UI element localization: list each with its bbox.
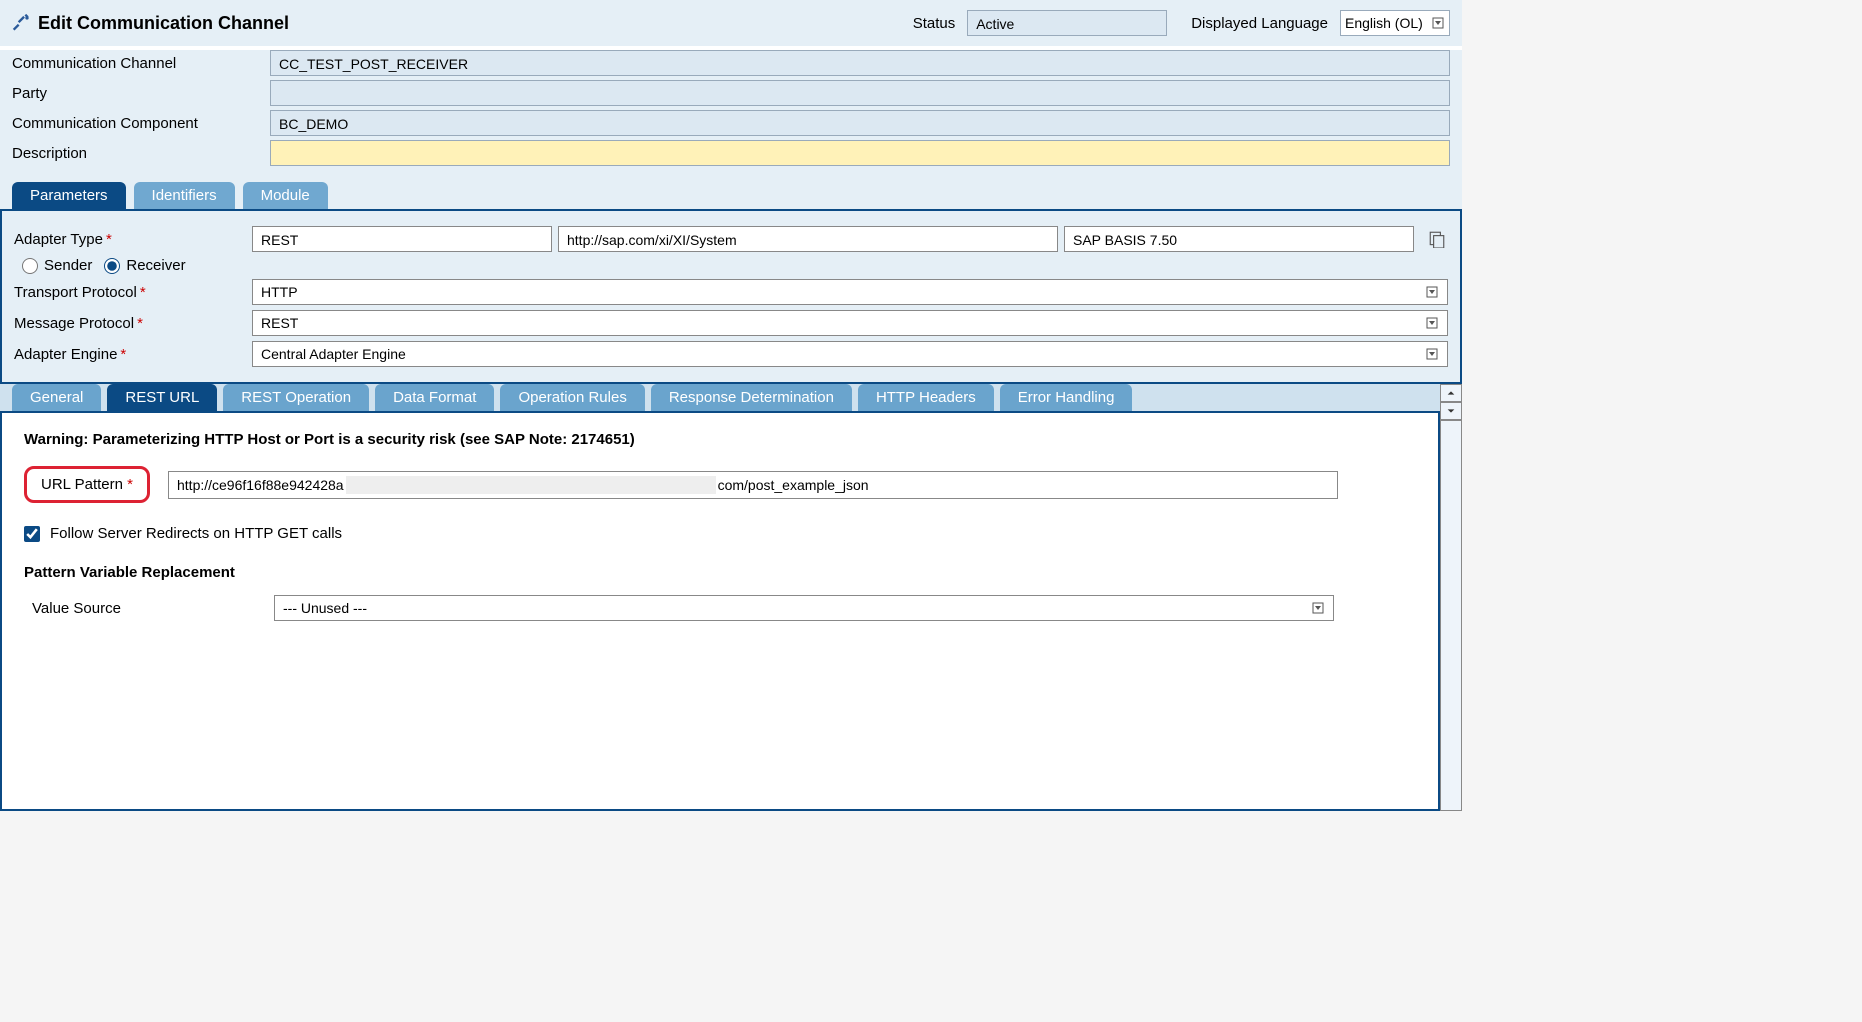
tab-rest-operation[interactable]: REST Operation bbox=[223, 384, 369, 411]
adapter-type-label: Adapter Type* bbox=[14, 231, 246, 248]
tab-identifiers[interactable]: Identifiers bbox=[134, 182, 235, 209]
description-field[interactable] bbox=[270, 140, 1450, 166]
scrollbar-track[interactable] bbox=[1440, 420, 1462, 811]
tab-rest-url[interactable]: REST URL bbox=[107, 384, 217, 411]
tab-module[interactable]: Module bbox=[243, 182, 328, 209]
tab-response-determination[interactable]: Response Determination bbox=[651, 384, 852, 411]
adapter-engine-dropdown[interactable]: Central Adapter Engine bbox=[252, 341, 1448, 367]
scroll-down-button[interactable] bbox=[1440, 402, 1462, 420]
pattern-var-replacement-label: Pattern Variable Replacement bbox=[24, 564, 1416, 581]
tab-operation-rules[interactable]: Operation Rules bbox=[500, 384, 644, 411]
tab-parameters[interactable]: Parameters bbox=[12, 182, 126, 209]
adapter-engine-label: Adapter Engine* bbox=[14, 346, 246, 363]
chevron-down-icon bbox=[1431, 16, 1445, 30]
tab-http-headers[interactable]: HTTP Headers bbox=[858, 384, 994, 411]
status-label: Status bbox=[913, 15, 956, 32]
comm-channel-label: Communication Channel bbox=[12, 55, 270, 72]
url-pattern-label: URL Pattern * bbox=[24, 466, 150, 503]
tab-general[interactable]: General bbox=[12, 384, 101, 411]
redacted-segment bbox=[346, 476, 716, 494]
adapter-namespace-field[interactable]: http://sap.com/xi/XI/System bbox=[558, 226, 1058, 252]
warning-text: Warning: Parameterizing HTTP Host or Por… bbox=[24, 431, 1416, 448]
wrench-icon bbox=[12, 13, 32, 33]
language-dropdown[interactable]: English (OL) bbox=[1340, 10, 1450, 36]
sender-radio[interactable]: Sender bbox=[22, 257, 92, 274]
language-label: Displayed Language bbox=[1191, 15, 1328, 32]
message-protocol-dropdown[interactable]: REST bbox=[252, 310, 1448, 336]
status-field: Active bbox=[967, 10, 1167, 36]
chevron-down-icon bbox=[1425, 316, 1439, 330]
follow-redirects-checkbox[interactable]: Follow Server Redirects on HTTP GET call… bbox=[24, 525, 1416, 542]
scroll-up-button[interactable] bbox=[1440, 384, 1462, 402]
chevron-down-icon bbox=[1425, 285, 1439, 299]
description-label: Description bbox=[12, 145, 270, 162]
chevron-down-icon bbox=[1425, 347, 1439, 361]
party-label: Party bbox=[12, 85, 270, 102]
value-source-dropdown[interactable]: --- Unused --- bbox=[274, 595, 1334, 621]
receiver-radio[interactable]: Receiver bbox=[104, 257, 185, 274]
chevron-down-icon bbox=[1311, 601, 1325, 615]
language-value: English (OL) bbox=[1345, 12, 1423, 34]
adapter-type-field[interactable]: REST bbox=[252, 226, 552, 252]
comm-channel-field: CC_TEST_POST_RECEIVER bbox=[270, 50, 1450, 76]
page-title: Edit Communication Channel bbox=[38, 13, 289, 34]
tab-error-handling[interactable]: Error Handling bbox=[1000, 384, 1133, 411]
copy-icon[interactable] bbox=[1426, 228, 1448, 250]
tab-data-format[interactable]: Data Format bbox=[375, 384, 494, 411]
adapter-version-field[interactable]: SAP BASIS 7.50 bbox=[1064, 226, 1414, 252]
value-source-label: Value Source bbox=[24, 600, 274, 617]
url-pattern-input[interactable]: http://ce96f16f88e942428a com/post_examp… bbox=[168, 471, 1338, 499]
comm-component-label: Communication Component bbox=[12, 115, 270, 132]
party-field bbox=[270, 80, 1450, 106]
transport-protocol-dropdown[interactable]: HTTP bbox=[252, 279, 1448, 305]
message-protocol-label: Message Protocol* bbox=[14, 315, 246, 332]
comm-component-field: BC_DEMO bbox=[270, 110, 1450, 136]
transport-protocol-label: Transport Protocol* bbox=[14, 284, 246, 301]
